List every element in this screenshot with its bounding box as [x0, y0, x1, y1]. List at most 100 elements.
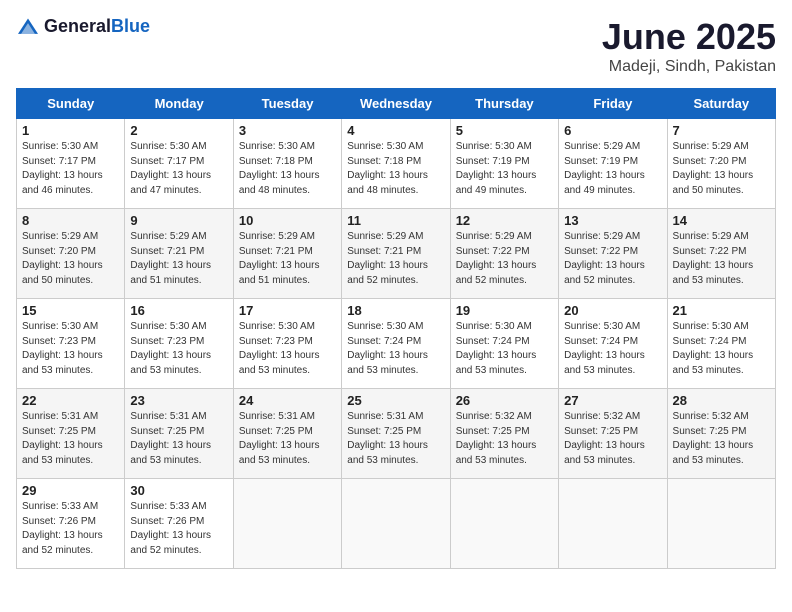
day-info: Sunrise: 5:32 AMSunset: 7:25 PMDaylight:…: [673, 411, 754, 466]
day-info: Sunrise: 5:30 AMSunset: 7:19 PMDaylight:…: [456, 141, 537, 196]
day-number: 27: [564, 393, 661, 408]
empty-cell: [559, 479, 667, 569]
day-cell-5: 5 Sunrise: 5:30 AMSunset: 7:19 PMDayligh…: [450, 119, 558, 209]
day-number: 17: [239, 303, 336, 318]
day-number: 5: [456, 123, 553, 138]
day-number: 6: [564, 123, 661, 138]
calendar-week-3: 15 Sunrise: 5:30 AMSunset: 7:23 PMDaylig…: [17, 299, 776, 389]
day-info: Sunrise: 5:30 AMSunset: 7:23 PMDaylight:…: [130, 321, 211, 376]
logo-general: General: [44, 16, 111, 36]
day-number: 23: [130, 393, 227, 408]
day-cell-11: 11 Sunrise: 5:29 AMSunset: 7:21 PMDaylig…: [342, 209, 450, 299]
day-number: 7: [673, 123, 770, 138]
day-info: Sunrise: 5:30 AMSunset: 7:17 PMDaylight:…: [130, 141, 211, 196]
day-info: Sunrise: 5:33 AMSunset: 7:26 PMDaylight:…: [130, 501, 211, 556]
day-number: 20: [564, 303, 661, 318]
day-cell-28: 28 Sunrise: 5:32 AMSunset: 7:25 PMDaylig…: [667, 389, 775, 479]
day-info: Sunrise: 5:30 AMSunset: 7:24 PMDaylight:…: [347, 321, 428, 376]
day-number: 4: [347, 123, 444, 138]
day-info: Sunrise: 5:29 AMSunset: 7:21 PMDaylight:…: [239, 231, 320, 286]
day-info: Sunrise: 5:30 AMSunset: 7:18 PMDaylight:…: [347, 141, 428, 196]
day-cell-29: 29 Sunrise: 5:33 AMSunset: 7:26 PMDaylig…: [17, 479, 125, 569]
day-number: 14: [673, 213, 770, 228]
day-cell-1: 1 Sunrise: 5:30 AMSunset: 7:17 PMDayligh…: [17, 119, 125, 209]
day-number: 9: [130, 213, 227, 228]
day-info: Sunrise: 5:29 AMSunset: 7:20 PMDaylight:…: [22, 231, 103, 286]
day-number: 3: [239, 123, 336, 138]
day-cell-27: 27 Sunrise: 5:32 AMSunset: 7:25 PMDaylig…: [559, 389, 667, 479]
day-number: 16: [130, 303, 227, 318]
day-cell-6: 6 Sunrise: 5:29 AMSunset: 7:19 PMDayligh…: [559, 119, 667, 209]
day-number: 19: [456, 303, 553, 318]
header-day-wednesday: Wednesday: [342, 89, 450, 119]
day-number: 30: [130, 483, 227, 498]
day-cell-15: 15 Sunrise: 5:30 AMSunset: 7:23 PMDaylig…: [17, 299, 125, 389]
day-number: 12: [456, 213, 553, 228]
day-info: Sunrise: 5:30 AMSunset: 7:24 PMDaylight:…: [564, 321, 645, 376]
day-cell-12: 12 Sunrise: 5:29 AMSunset: 7:22 PMDaylig…: [450, 209, 558, 299]
logo-blue: Blue: [111, 16, 150, 36]
day-info: Sunrise: 5:29 AMSunset: 7:19 PMDaylight:…: [564, 141, 645, 196]
header-day-friday: Friday: [559, 89, 667, 119]
day-info: Sunrise: 5:30 AMSunset: 7:17 PMDaylight:…: [22, 141, 103, 196]
day-number: 21: [673, 303, 770, 318]
day-info: Sunrise: 5:32 AMSunset: 7:25 PMDaylight:…: [456, 411, 537, 466]
day-cell-21: 21 Sunrise: 5:30 AMSunset: 7:24 PMDaylig…: [667, 299, 775, 389]
day-cell-7: 7 Sunrise: 5:29 AMSunset: 7:20 PMDayligh…: [667, 119, 775, 209]
day-info: Sunrise: 5:29 AMSunset: 7:22 PMDaylight:…: [673, 231, 754, 286]
day-cell-22: 22 Sunrise: 5:31 AMSunset: 7:25 PMDaylig…: [17, 389, 125, 479]
day-number: 15: [22, 303, 119, 318]
day-info: Sunrise: 5:31 AMSunset: 7:25 PMDaylight:…: [130, 411, 211, 466]
day-number: 26: [456, 393, 553, 408]
day-info: Sunrise: 5:29 AMSunset: 7:22 PMDaylight:…: [456, 231, 537, 286]
day-number: 18: [347, 303, 444, 318]
day-cell-30: 30 Sunrise: 5:33 AMSunset: 7:26 PMDaylig…: [125, 479, 233, 569]
location-title: Madeji, Sindh, Pakistan: [602, 58, 776, 76]
day-number: 28: [673, 393, 770, 408]
day-info: Sunrise: 5:30 AMSunset: 7:24 PMDaylight:…: [456, 321, 537, 376]
header: GeneralBlue June 2025 Madeji, Sindh, Pak…: [16, 16, 776, 76]
day-cell-20: 20 Sunrise: 5:30 AMSunset: 7:24 PMDaylig…: [559, 299, 667, 389]
day-number: 24: [239, 393, 336, 408]
day-cell-13: 13 Sunrise: 5:29 AMSunset: 7:22 PMDaylig…: [559, 209, 667, 299]
day-number: 13: [564, 213, 661, 228]
day-number: 2: [130, 123, 227, 138]
header-day-tuesday: Tuesday: [233, 89, 341, 119]
day-cell-19: 19 Sunrise: 5:30 AMSunset: 7:24 PMDaylig…: [450, 299, 558, 389]
title-area: June 2025 Madeji, Sindh, Pakistan: [602, 16, 776, 76]
day-info: Sunrise: 5:29 AMSunset: 7:20 PMDaylight:…: [673, 141, 754, 196]
day-cell-4: 4 Sunrise: 5:30 AMSunset: 7:18 PMDayligh…: [342, 119, 450, 209]
day-cell-8: 8 Sunrise: 5:29 AMSunset: 7:20 PMDayligh…: [17, 209, 125, 299]
day-info: Sunrise: 5:30 AMSunset: 7:24 PMDaylight:…: [673, 321, 754, 376]
calendar-table: SundayMondayTuesdayWednesdayThursdayFrid…: [16, 88, 776, 569]
day-info: Sunrise: 5:32 AMSunset: 7:25 PMDaylight:…: [564, 411, 645, 466]
day-info: Sunrise: 5:29 AMSunset: 7:21 PMDaylight:…: [347, 231, 428, 286]
day-cell-23: 23 Sunrise: 5:31 AMSunset: 7:25 PMDaylig…: [125, 389, 233, 479]
empty-cell: [342, 479, 450, 569]
day-info: Sunrise: 5:31 AMSunset: 7:25 PMDaylight:…: [239, 411, 320, 466]
empty-cell: [233, 479, 341, 569]
day-number: 8: [22, 213, 119, 228]
day-cell-10: 10 Sunrise: 5:29 AMSunset: 7:21 PMDaylig…: [233, 209, 341, 299]
day-info: Sunrise: 5:30 AMSunset: 7:18 PMDaylight:…: [239, 141, 320, 196]
day-info: Sunrise: 5:30 AMSunset: 7:23 PMDaylight:…: [22, 321, 103, 376]
header-day-thursday: Thursday: [450, 89, 558, 119]
day-number: 10: [239, 213, 336, 228]
header-day-monday: Monday: [125, 89, 233, 119]
header-day-saturday: Saturday: [667, 89, 775, 119]
day-cell-24: 24 Sunrise: 5:31 AMSunset: 7:25 PMDaylig…: [233, 389, 341, 479]
day-cell-18: 18 Sunrise: 5:30 AMSunset: 7:24 PMDaylig…: [342, 299, 450, 389]
day-info: Sunrise: 5:29 AMSunset: 7:22 PMDaylight:…: [564, 231, 645, 286]
calendar-week-5: 29 Sunrise: 5:33 AMSunset: 7:26 PMDaylig…: [17, 479, 776, 569]
logo: GeneralBlue: [16, 16, 150, 37]
day-cell-25: 25 Sunrise: 5:31 AMSunset: 7:25 PMDaylig…: [342, 389, 450, 479]
day-info: Sunrise: 5:31 AMSunset: 7:25 PMDaylight:…: [22, 411, 103, 466]
day-cell-2: 2 Sunrise: 5:30 AMSunset: 7:17 PMDayligh…: [125, 119, 233, 209]
day-info: Sunrise: 5:33 AMSunset: 7:26 PMDaylight:…: [22, 501, 103, 556]
day-cell-16: 16 Sunrise: 5:30 AMSunset: 7:23 PMDaylig…: [125, 299, 233, 389]
day-cell-14: 14 Sunrise: 5:29 AMSunset: 7:22 PMDaylig…: [667, 209, 775, 299]
month-title: June 2025: [602, 16, 776, 58]
day-number: 11: [347, 213, 444, 228]
day-number: 1: [22, 123, 119, 138]
calendar-week-1: 1 Sunrise: 5:30 AMSunset: 7:17 PMDayligh…: [17, 119, 776, 209]
